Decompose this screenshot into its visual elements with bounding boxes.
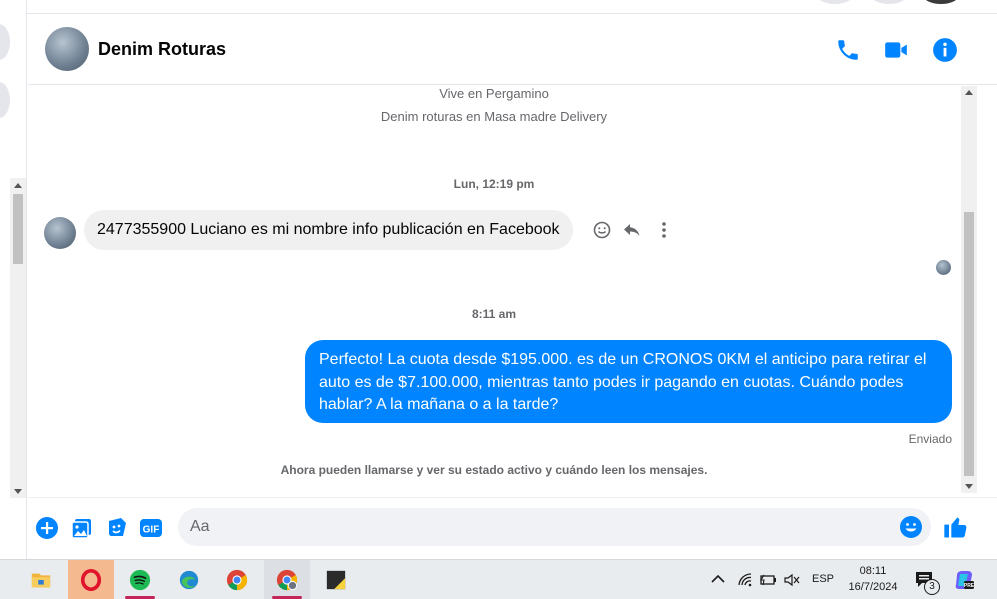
message-input[interactable] (190, 508, 870, 546)
speaker-muted-icon[interactable] (783, 572, 801, 588)
sender-avatar[interactable] (44, 217, 76, 249)
top-button[interactable] (871, 0, 907, 4)
chrome-profile-app[interactable] (264, 560, 310, 599)
outgoing-message[interactable]: Perfecto! La cuota desde $195.000. es de… (305, 340, 952, 423)
windows-taskbar: ESP 08:11 16/7/2024 3 PRE (0, 559, 997, 599)
video-call-icon[interactable] (883, 37, 909, 63)
edge-app[interactable] (166, 560, 212, 599)
scroll-down-arrow-icon[interactable] (14, 489, 22, 494)
svg-text:PRE: PRE (964, 583, 975, 589)
edge-icon (179, 570, 199, 590)
attach-photo-icon[interactable] (70, 516, 94, 540)
scroll-up-arrow-icon[interactable] (14, 183, 22, 188)
phone-call-icon[interactable] (835, 37, 861, 63)
chat-list-avatar[interactable] (0, 82, 10, 118)
timestamp: Lun, 12:19 pm (453, 177, 535, 191)
more-options-icon[interactable] (654, 220, 674, 240)
timestamp: 8:11 am (471, 307, 517, 321)
scroll-down-arrow-icon[interactable] (965, 484, 973, 489)
message-composer: GIF (28, 497, 997, 559)
language-indicator[interactable]: ESP (812, 573, 834, 599)
left-scrollbar-thumb[interactable] (13, 194, 23, 264)
sticky-notes-app[interactable] (313, 560, 359, 599)
chrome-icon (226, 569, 248, 591)
conversation-header: Denim Roturas (28, 15, 997, 85)
emoji-icon[interactable] (899, 515, 923, 539)
folder-icon (31, 573, 51, 588)
chrome-icon (276, 569, 298, 591)
seen-indicator-avatar (936, 260, 951, 275)
sticky-notes-icon (326, 570, 346, 590)
clock-time: 08:11 (859, 565, 887, 577)
file-explorer-app[interactable] (18, 560, 64, 599)
contact-avatar[interactable] (45, 27, 89, 71)
copilot-icon[interactable]: PRE (953, 569, 975, 591)
thread-scrollbar-thumb[interactable] (964, 212, 974, 476)
clock[interactable]: 08:11 16/7/2024 (838, 563, 908, 595)
contact-name[interactable]: Denim Roturas (98, 39, 226, 60)
chat-list-avatar[interactable] (0, 24, 10, 60)
notification-count-badge: 3 (924, 579, 940, 595)
opera-app[interactable] (68, 560, 114, 599)
chrome-app[interactable] (214, 560, 260, 599)
battery-icon[interactable] (759, 572, 777, 588)
top-button[interactable] (817, 0, 853, 4)
message-input-container[interactable] (178, 508, 931, 546)
top-bar-edge (27, 0, 997, 14)
contact-context: Denim roturas en Masa madre Delivery (380, 109, 608, 124)
profile-avatar[interactable] (923, 0, 959, 4)
opera-icon (80, 569, 102, 591)
thread-scrollbar[interactable] (961, 86, 977, 493)
chevron-up-icon[interactable] (711, 573, 725, 585)
scroll-up-arrow-icon[interactable] (965, 90, 973, 95)
reply-icon[interactable] (622, 220, 642, 240)
spotify-icon (129, 569, 151, 591)
sticker-icon[interactable] (105, 516, 129, 540)
clock-date: 16/7/2024 (848, 581, 898, 593)
left-scrollbar[interactable] (10, 178, 26, 498)
info-icon[interactable] (932, 37, 958, 63)
left-panel-edge (0, 0, 27, 559)
react-emoji-icon[interactable] (592, 220, 612, 240)
add-more-icon[interactable] (35, 516, 59, 540)
messenger-window: Denim Roturas Vive en Pergamino Denim ro… (0, 0, 997, 599)
gif-icon[interactable]: GIF (139, 516, 163, 540)
contact-location: Vive en Pergamino (439, 86, 549, 101)
spotify-app[interactable] (117, 560, 163, 599)
system-notice: Ahora pueden llamarse y ver su estado ac… (280, 463, 708, 477)
like-thumbs-up-icon[interactable] (942, 513, 970, 541)
incoming-message[interactable]: 2477355900 Luciano es mi nombre info pub… (84, 210, 573, 250)
sent-status: Enviado (908, 432, 952, 446)
message-thread[interactable]: Vive en Pergamino Denim roturas en Masa … (28, 86, 960, 496)
svg-text:GIF: GIF (143, 525, 160, 536)
wifi-icon[interactable] (737, 572, 753, 588)
